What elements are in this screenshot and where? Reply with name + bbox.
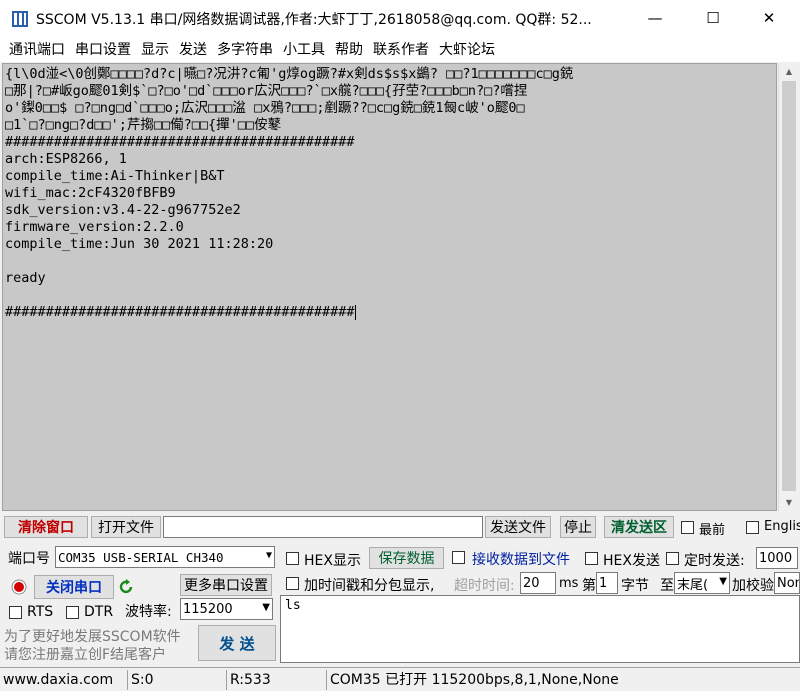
dtr-checkbox[interactable] — [66, 606, 79, 619]
baud-select-value: 115200 — [183, 601, 233, 617]
text-cursor — [354, 304, 356, 320]
status-website[interactable]: www.daxia.com — [0, 670, 113, 690]
menu-multi-string[interactable]: 多字符串 — [212, 39, 278, 59]
port-status-icon — [11, 579, 27, 595]
hex-display-checkbox[interactable] — [286, 552, 299, 565]
terminal-line: o'鏫0□□$ □?□ng□d`□□□o;広沢□□□湓 □x鴉?□□□;剷蹶??… — [5, 100, 525, 116]
frontmost-checkbox[interactable] — [681, 521, 694, 534]
terminal-line: sdk_version:v3.4-22-g967752e2 — [5, 202, 241, 218]
minimize-button[interactable]: — — [632, 0, 678, 36]
maximize-button[interactable]: ☐ — [690, 0, 736, 36]
promo-text-line1: 为了更好地发展SSCOM软件 — [4, 629, 181, 645]
vertical-scrollbar[interactable]: ▲ ▼ — [778, 63, 798, 511]
terminal-line: {l\0d湴<\0创鄭□□□□?d?c|曣□?况汫?c匍'g焞og蹶?#x剣ds… — [5, 66, 574, 82]
send-button[interactable]: 发 送 — [198, 625, 276, 661]
receive-text: {l\0d湴<\0创鄭□□□□?d?c|曣□?况汫?c匍'g焞og蹶?#x剣ds… — [5, 66, 775, 321]
app-icon — [12, 11, 28, 27]
port-label: 端口号 — [8, 551, 50, 567]
chevron-down-icon: ▼ — [719, 576, 727, 587]
recv-to-file-checkbox[interactable] — [452, 551, 465, 564]
byte-index-input[interactable]: 1 — [596, 572, 618, 594]
timeout-label: 超时时间: — [454, 578, 515, 594]
checksum-label: 加校验 — [732, 578, 774, 594]
english-label: English — [764, 519, 800, 534]
clear-send-area-button[interactable]: 清发送区 — [604, 516, 674, 538]
timed-send-checkbox[interactable] — [666, 552, 679, 565]
open-file-button[interactable]: 打开文件 — [91, 516, 161, 538]
hex-display-label: HEX显示 — [304, 553, 361, 569]
timestamp-label: 加时间戳和分包显示, — [304, 578, 435, 594]
scroll-up-icon[interactable]: ▲ — [779, 63, 799, 80]
promo-text-line2: 请您注册嘉立创F结尾客户 — [4, 647, 167, 663]
send-file-button[interactable]: 发送文件 — [485, 516, 551, 538]
scroll-down-icon[interactable]: ▼ — [779, 494, 799, 511]
refresh-icon[interactable] — [118, 578, 134, 596]
terminal-line: ########################################… — [5, 134, 355, 150]
close-button[interactable]: ✕ — [746, 0, 792, 36]
terminal-line: □那|?□#岅go飂01剣$`□?□o'□d`□□□or広沢□□□?`□x艞?□… — [5, 83, 528, 99]
status-sent-count: S:0 — [127, 670, 154, 690]
more-serial-settings-button[interactable]: 更多串口设置 — [180, 574, 272, 596]
status-bar: www.daxia.com S:0 R:533 COM35 已打开 115200… — [0, 667, 800, 691]
menu-send[interactable]: 发送 — [174, 39, 212, 59]
stop-button[interactable]: 停止 — [560, 516, 596, 538]
baud-select[interactable]: 115200 ▼ — [180, 598, 273, 620]
terminal-line: wifi_mac:2cF4320fBFB9 — [5, 185, 176, 201]
receive-area[interactable]: {l\0d湴<\0创鄭□□□□?d?c|曣□?况汫?c匍'g焞og蹶?#x剣ds… — [2, 63, 777, 511]
end-select-value: 末尾( — [677, 577, 709, 593]
menu-serial-settings[interactable]: 串口设置 — [70, 39, 136, 59]
terminal-line: arch:ESP8266, 1 — [5, 151, 127, 167]
file-path-input[interactable] — [163, 516, 483, 538]
timed-send-label: 定时发送: — [684, 553, 745, 569]
menu-contact-author[interactable]: 联系作者 — [368, 39, 434, 59]
send-input[interactable]: ls — [280, 595, 800, 663]
save-data-button[interactable]: 保存数据 — [369, 547, 444, 569]
baud-label: 波特率: — [125, 604, 172, 620]
hex-send-checkbox[interactable] — [585, 552, 598, 565]
byte-label: 字节 — [621, 578, 649, 594]
menu-display[interactable]: 显示 — [136, 39, 174, 59]
byte-index-label: 第 — [582, 578, 596, 594]
recv-to-file-label[interactable]: 接收数据到文件 — [472, 549, 570, 569]
terminal-line: ########################################… — [5, 304, 355, 320]
menu-help[interactable]: 帮助 — [330, 39, 368, 59]
terminal-line: compile_time:Jun 30 2021 11:28:20 — [5, 236, 274, 252]
rts-label: RTS — [27, 604, 54, 620]
menu-forum[interactable]: 大虾论坛 — [434, 39, 500, 59]
terminal-line-last: ########################################… — [5, 304, 775, 321]
frontmost-label: 最前 — [699, 523, 726, 538]
hex-send-label: HEX发送 — [603, 553, 660, 569]
menu-comm-port[interactable]: 通讯端口 — [4, 39, 70, 59]
status-received-count: R:533 — [226, 670, 271, 690]
terminal-line: ready — [5, 270, 46, 286]
to-label: 至 — [660, 578, 674, 594]
menu-bar: 通讯端口 串口设置 显示 发送 多字符串 小工具 帮助 联系作者 大虾论坛 — [0, 36, 800, 62]
english-checkbox[interactable] — [746, 521, 759, 534]
terminal-line: firmware_version:2.2.0 — [5, 219, 184, 235]
port-select-value: COM35 USB-SERIAL CH340 — [58, 549, 224, 565]
timestamp-checkbox[interactable] — [286, 577, 299, 590]
port-select[interactable]: COM35 USB-SERIAL CH340 ▼ — [55, 546, 275, 568]
chevron-down-icon: ▼ — [265, 550, 272, 561]
ms-label: ms — [559, 576, 579, 591]
checksum-select[interactable]: None — [774, 572, 800, 594]
clear-window-button[interactable]: 清除窗口 — [4, 516, 88, 538]
terminal-line: compile_time:Ai-Thinker|B&T — [5, 168, 225, 184]
terminal-line: □1`□?□ng□?d□□';芹搊□□僃?□□{撣'□□侒鼕 — [5, 117, 282, 133]
close-port-button[interactable]: 关闭串口 — [34, 575, 114, 599]
rts-checkbox[interactable] — [9, 606, 22, 619]
scroll-thumb[interactable] — [782, 81, 796, 491]
status-port-info: COM35 已打开 115200bps,8,1,None,None — [326, 670, 619, 690]
chevron-down-icon: ▼ — [262, 602, 270, 613]
menu-tools[interactable]: 小工具 — [278, 39, 330, 59]
title-bar: SSCOM V5.13.1 串口/网络数据调试器,作者:大虾丁丁,2618058… — [0, 0, 800, 36]
timeout-input[interactable]: 20 — [520, 572, 556, 594]
window-title: SSCOM V5.13.1 串口/网络数据调试器,作者:大虾丁丁,2618058… — [36, 12, 592, 28]
end-select[interactable]: 末尾( ▼ — [674, 572, 730, 594]
dtr-label: DTR — [84, 604, 114, 620]
timed-interval-input[interactable]: 1000 — [756, 547, 798, 569]
